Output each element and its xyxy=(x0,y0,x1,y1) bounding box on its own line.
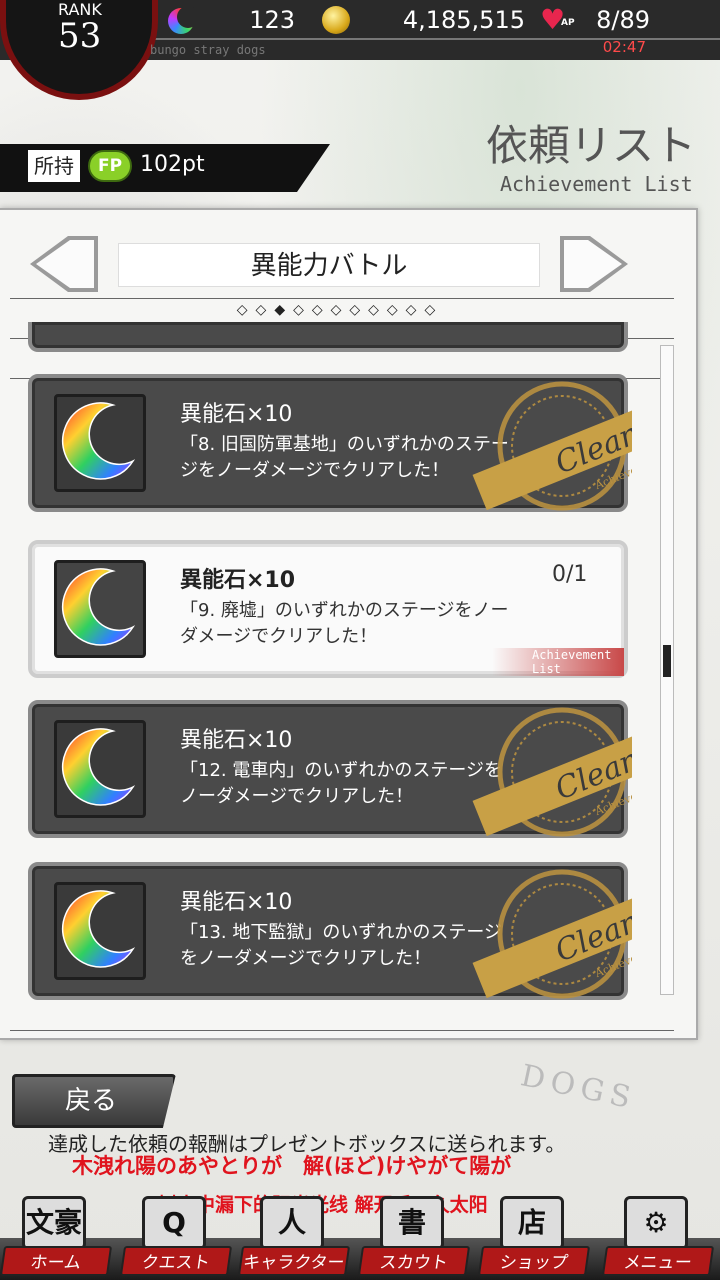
home-icon: 文豪 xyxy=(22,1196,86,1250)
clear-seal-icon: Clear Achievement xyxy=(472,381,632,511)
achievement-description: 「9. 廃墟」のいずれかのステージをノーダメージでクリアした！ xyxy=(180,600,509,647)
fp-own-label: 所持 xyxy=(28,150,80,182)
subtitle-japanese: 木洩れ陽のあやとりが 解(ほど)けやがて陽が xyxy=(72,1154,512,1178)
stone-count: 123 xyxy=(249,6,295,34)
back-button[interactable]: 戻る xyxy=(12,1074,176,1128)
rank-value: 53 xyxy=(58,16,102,56)
scrollbar-thumb[interactable] xyxy=(663,645,671,677)
reward-thumbnail xyxy=(54,560,146,658)
gear-icon: ⚙ xyxy=(624,1196,688,1250)
reward-label: 異能石×10 xyxy=(180,890,293,915)
money-count: 4,185,515 xyxy=(402,6,525,34)
ruled-line xyxy=(10,298,674,299)
reward-thumbnail xyxy=(54,394,146,492)
nav-scout[interactable]: 書 スカウト xyxy=(357,1196,471,1280)
ruled-line xyxy=(10,1030,674,1031)
achievement-card[interactable]: 異能石×10 「8. 旧国防軍基地」のいずれかのステージをノーダメージでクリアし… xyxy=(28,374,632,512)
next-category-button[interactable] xyxy=(560,236,628,292)
achievement-card[interactable]: 異能石×10 「13. 地下監獄」のいずれかのステージをノーダメージでクリアした… xyxy=(28,862,632,1000)
crescent-stone-icon xyxy=(62,568,136,646)
nav-label: クエスト xyxy=(119,1246,233,1276)
crescent-stone-icon xyxy=(62,890,136,968)
nav-label: スカウト xyxy=(357,1246,471,1276)
nav-shop[interactable]: 店 ショップ xyxy=(477,1196,591,1280)
nav-label: メニュー xyxy=(601,1246,715,1276)
prev-category-button[interactable] xyxy=(30,236,98,292)
scout-icon: 書 xyxy=(380,1196,444,1250)
ap-timer: 02:47 xyxy=(602,38,646,56)
card-footer-label: Achievement List xyxy=(492,648,624,676)
nav-label: ホーム xyxy=(0,1246,113,1276)
reward-thumbnail xyxy=(54,720,146,818)
page-indicator: ◇◇◆◇◇◇◇◇◇◇◇ xyxy=(236,302,444,318)
achievement-description: 「13. 地下監獄」のいずれかのステージをノーダメージでクリアした！ xyxy=(180,922,502,969)
reward-thumbnail xyxy=(54,882,146,980)
ap-label: AP xyxy=(561,18,575,28)
reward-label: 異能石×10 xyxy=(180,402,293,427)
nav-character[interactable]: 人 キャラクター xyxy=(237,1196,351,1280)
achievement-description: 「8. 旧国防軍基地」のいずれかのステージをノーダメージでクリアした！ xyxy=(180,434,509,481)
nav-menu[interactable]: ⚙ メニュー xyxy=(601,1196,715,1280)
nav-quest[interactable]: Q クエスト xyxy=(119,1196,233,1280)
nav-label: ショップ xyxy=(477,1246,591,1276)
crescent-stone-icon xyxy=(62,402,136,480)
ap-count: 8/89 xyxy=(596,6,650,34)
crescent-stone-icon xyxy=(62,728,136,806)
game-subtitle: bungo stray dogs xyxy=(150,43,266,57)
achievement-card[interactable]: 異能石×10 0/1 「9. 廃墟」のいずれかのステージをノーダメージでクリアし… xyxy=(28,540,628,678)
coin-icon xyxy=(322,6,350,34)
achievement-description: 「12. 電車内」のいずれかのステージをノーダメージでクリアした！ xyxy=(180,760,502,807)
reward-label: 異能石×10 xyxy=(180,728,293,753)
page-title: 依頼リスト xyxy=(486,121,697,170)
clear-seal-icon: Clear Achievement xyxy=(472,869,632,999)
page-title-en: Achievement List xyxy=(500,172,693,196)
fp-icon: FP xyxy=(88,150,132,182)
fp-value: 102pt xyxy=(140,152,205,177)
ability-stone-icon xyxy=(168,6,199,34)
progress-count: 0/1 xyxy=(552,562,588,587)
nav-label: キャラクター xyxy=(237,1246,351,1276)
quest-icon: Q xyxy=(142,1196,206,1250)
achievement-card-partial xyxy=(28,322,628,352)
achievement-card[interactable]: 異能石×10 「12. 電車内」のいずれかのステージをノーダメージでクリアした！… xyxy=(28,700,632,838)
category-title: 異能力バトル xyxy=(118,243,540,287)
clear-seal-icon: Clear Achievement xyxy=(472,707,632,837)
reward-label: 異能石×10 xyxy=(180,568,296,593)
character-icon: 人 xyxy=(260,1196,324,1250)
nav-home[interactable]: 文豪 ホーム xyxy=(0,1196,113,1280)
shop-icon: 店 xyxy=(500,1196,564,1250)
